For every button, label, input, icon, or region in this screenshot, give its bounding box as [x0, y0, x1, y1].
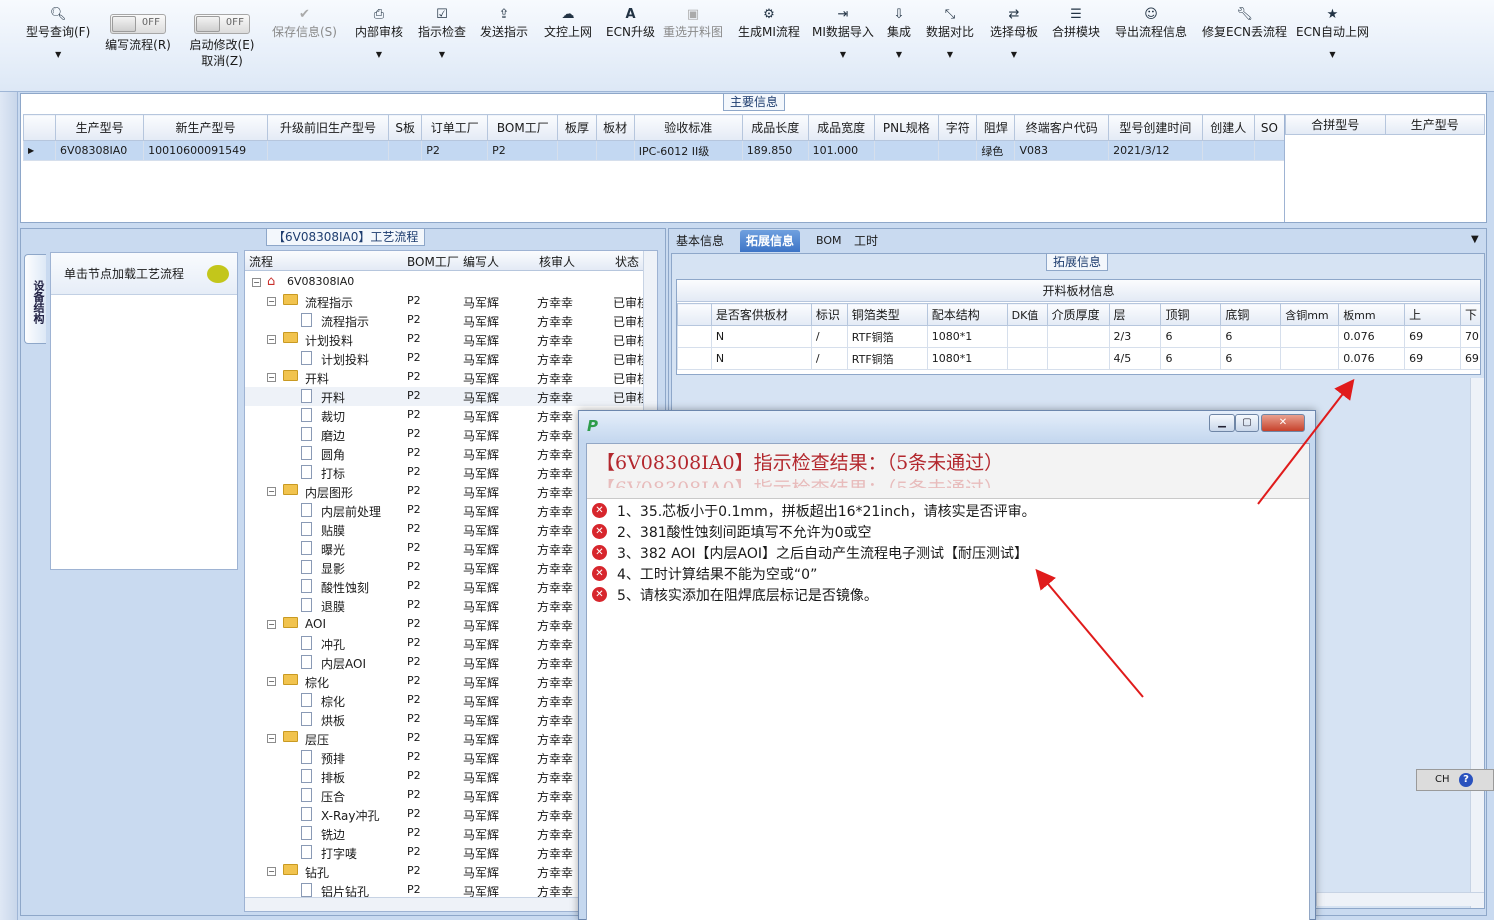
annotation-arrows [1035, 378, 1355, 698]
arrow-to-board-thickness [1257, 378, 1355, 505]
arrow-to-message [1035, 568, 1144, 698]
